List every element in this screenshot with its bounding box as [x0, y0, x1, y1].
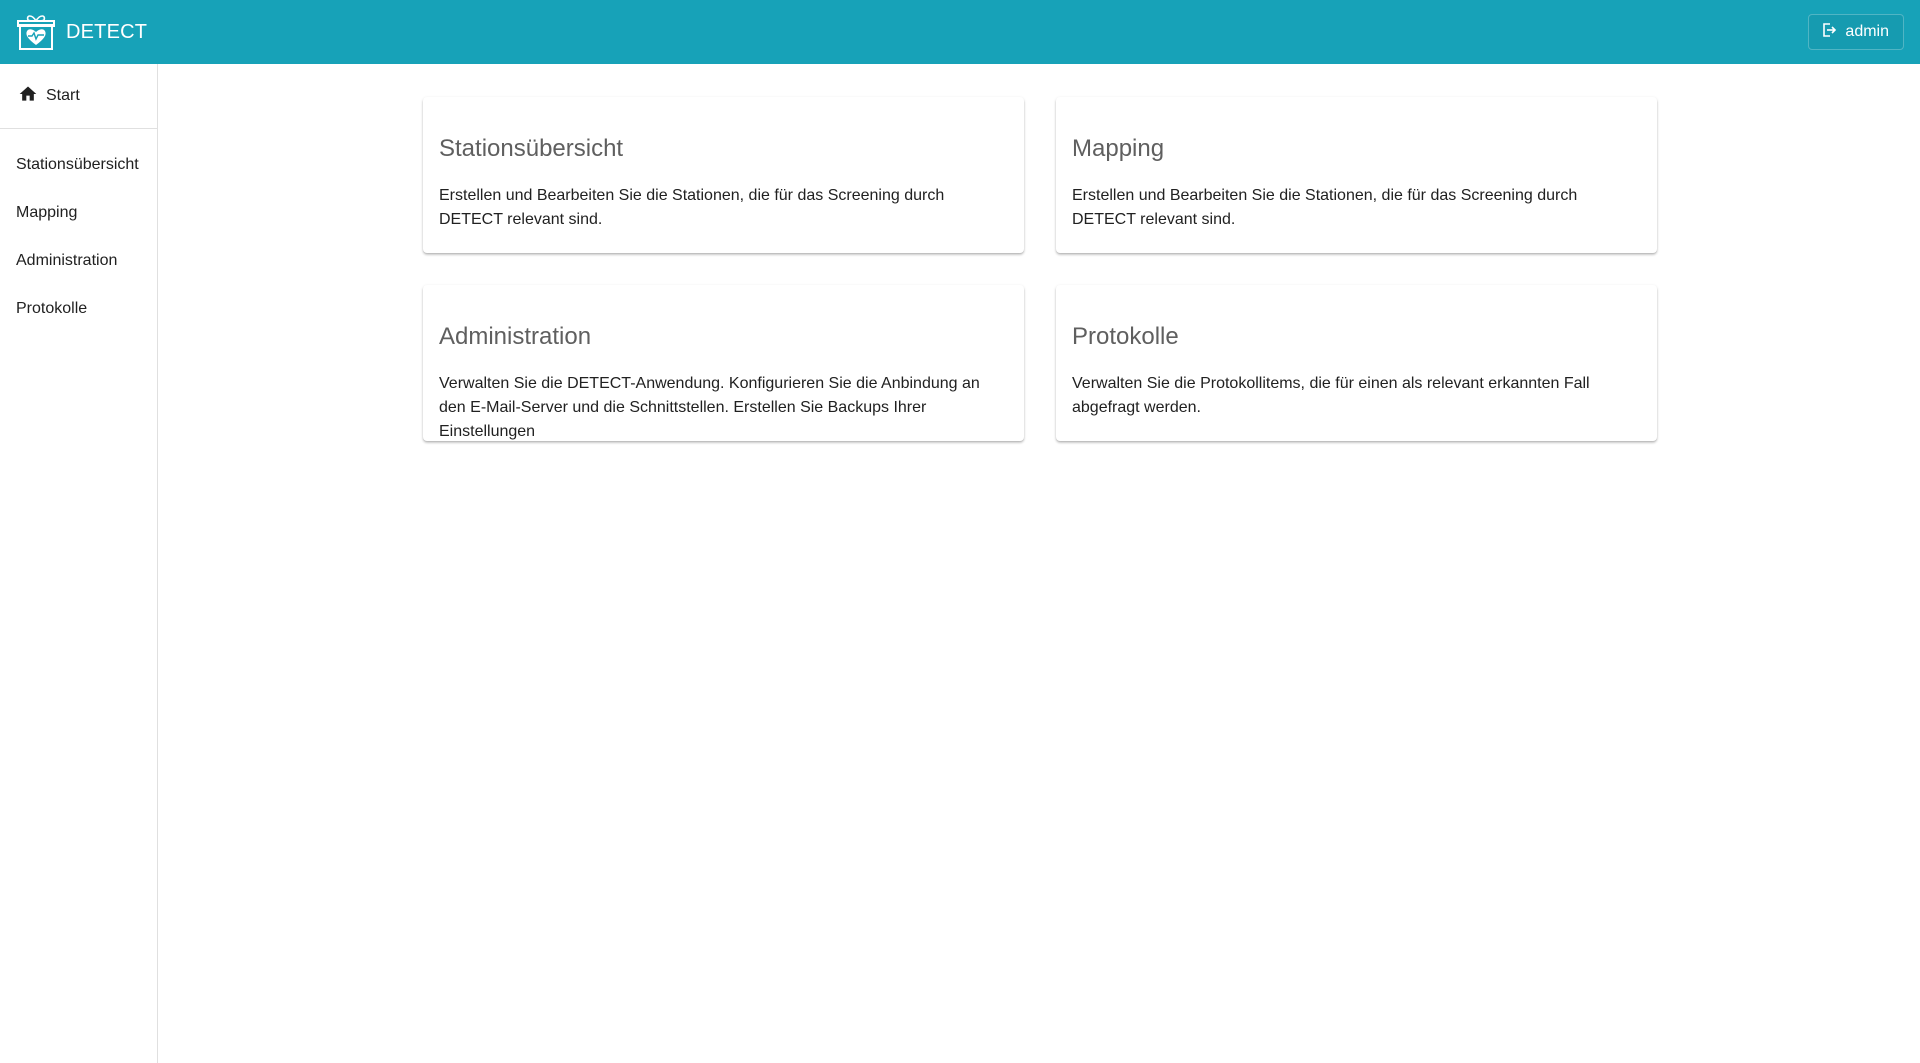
card-description: Verwalten Sie die Protokollitems, die fü…: [1072, 374, 1590, 416]
sidebar-item-administration[interactable]: Administration: [0, 237, 157, 285]
main-content: Stationsübersicht Erstellen und Bearbeit…: [159, 64, 1920, 1063]
sidebar-item-stationsuebersicht[interactable]: Stationsübersicht: [0, 141, 157, 189]
card-description: Erstellen und Bearbeiten Sie die Station…: [439, 186, 945, 228]
card-stationsuebersicht[interactable]: Stationsübersicht Erstellen und Bearbeit…: [423, 97, 1024, 253]
user-name: admin: [1845, 23, 1889, 40]
card-title: Mapping: [1072, 135, 1165, 162]
top-app-bar: DETECT admin: [0, 0, 1920, 64]
card-description: Verwalten Sie die DETECT-Anwendung. Konf…: [439, 374, 980, 440]
sidebar-nav-list: Stationsübersicht Mapping Administration…: [0, 129, 157, 333]
card-description: Erstellen und Bearbeiten Sie die Station…: [1072, 186, 1578, 228]
gift-heart-logo-icon: [16, 12, 56, 52]
card-administration[interactable]: Administration Verwalten Sie die DETECT-…: [423, 285, 1024, 441]
sidebar: Start Stationsübersicht Mapping Administ…: [0, 64, 158, 1063]
sidebar-item-protokolle[interactable]: Protokolle: [0, 285, 157, 333]
app-title: DETECT: [66, 20, 148, 43]
card-title: Stationsübersicht: [439, 135, 624, 162]
card-title: Administration: [439, 323, 592, 350]
home-icon: [18, 84, 38, 109]
brand[interactable]: DETECT: [16, 12, 147, 52]
logout-button[interactable]: admin: [1808, 14, 1904, 50]
sidebar-item-mapping[interactable]: Mapping: [0, 189, 157, 237]
sidebar-item-label: Start: [46, 87, 80, 104]
card-mapping[interactable]: Mapping Erstellen und Bearbeiten Sie die…: [1056, 97, 1657, 253]
logout-icon: [1821, 22, 1837, 43]
card-protokolle[interactable]: Protokolle Verwalten Sie die Protokollit…: [1056, 285, 1657, 441]
card-title: Protokolle: [1072, 323, 1179, 350]
sidebar-item-start[interactable]: Start: [0, 64, 157, 129]
card-grid: Stationsübersicht Erstellen und Bearbeit…: [423, 97, 1658, 441]
